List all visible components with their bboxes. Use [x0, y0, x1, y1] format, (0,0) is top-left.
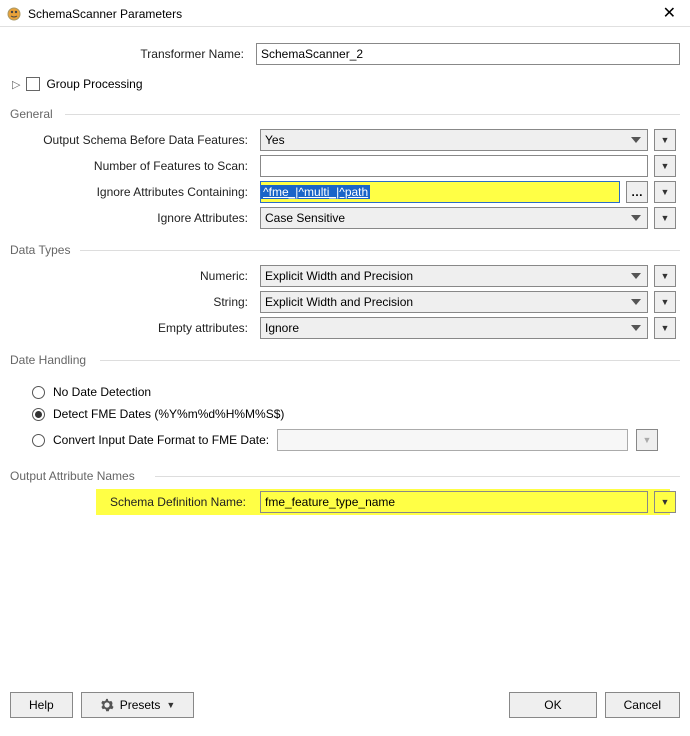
app-icon: [6, 6, 22, 22]
outputattr-section-title: Output Attribute Names: [10, 469, 680, 483]
string-menu-button[interactable]: ▼: [654, 291, 676, 313]
convert-date-label: Convert Input Date Format to FME Date:: [53, 433, 269, 447]
group-processing-label: Group Processing: [46, 77, 142, 91]
string-label: String:: [14, 295, 254, 309]
convert-date-menu-button: ▼: [636, 429, 658, 451]
convert-date-radio[interactable]: [32, 434, 45, 447]
ignore-containing-input[interactable]: ^fme_|^multi_|^path: [260, 181, 620, 203]
help-button[interactable]: Help: [10, 692, 73, 718]
gear-icon: [100, 698, 114, 712]
ok-button[interactable]: OK: [509, 692, 596, 718]
num-features-label: Number of Features to Scan:: [14, 159, 254, 173]
schema-def-input[interactable]: [260, 491, 648, 513]
ignore-containing-browse-button[interactable]: …: [626, 181, 648, 203]
presets-button[interactable]: Presets ▼: [81, 692, 195, 718]
schema-def-label: Schema Definition Name:: [14, 495, 254, 509]
general-section-title: General: [10, 107, 680, 121]
numeric-label: Numeric:: [14, 269, 254, 283]
window-title: SchemaScanner Parameters: [28, 7, 659, 21]
num-features-input[interactable]: [260, 155, 648, 177]
empty-menu-button[interactable]: ▼: [654, 317, 676, 339]
datatypes-section-title: Data Types: [10, 243, 680, 257]
expand-caret-icon[interactable]: ▷: [12, 78, 20, 91]
schema-def-menu-button[interactable]: ▼: [654, 491, 676, 513]
ignore-attrs-select[interactable]: Case Sensitive: [260, 207, 648, 229]
close-icon[interactable]: ✕: [659, 6, 680, 22]
output-before-menu-button[interactable]: ▼: [654, 129, 676, 151]
ignore-containing-menu-button[interactable]: ▼: [654, 181, 676, 203]
output-before-select[interactable]: Yes: [260, 129, 648, 151]
transformer-name-label: Transformer Name:: [10, 47, 250, 61]
empty-label: Empty attributes:: [14, 321, 254, 335]
output-before-label: Output Schema Before Data Features:: [14, 133, 254, 147]
detect-fme-radio[interactable]: [32, 408, 45, 421]
ignore-attrs-menu-button[interactable]: ▼: [654, 207, 676, 229]
cancel-button[interactable]: Cancel: [605, 692, 680, 718]
datehandling-section-title: Date Handling: [10, 353, 680, 367]
string-select[interactable]: Explicit Width and Precision: [260, 291, 648, 313]
detect-fme-label: Detect FME Dates (%Y%m%d%H%M%S$): [53, 407, 284, 421]
empty-select[interactable]: Ignore: [260, 317, 648, 339]
group-processing-checkbox[interactable]: [26, 77, 40, 91]
num-features-menu-button[interactable]: ▼: [654, 155, 676, 177]
transformer-name-input[interactable]: [256, 43, 680, 65]
numeric-menu-button[interactable]: ▼: [654, 265, 676, 287]
ignore-attrs-label: Ignore Attributes:: [14, 211, 254, 225]
convert-date-select: [277, 429, 628, 451]
no-date-label: No Date Detection: [53, 385, 151, 399]
no-date-radio[interactable]: [32, 386, 45, 399]
ignore-containing-label: Ignore Attributes Containing:: [14, 185, 254, 199]
numeric-select[interactable]: Explicit Width and Precision: [260, 265, 648, 287]
